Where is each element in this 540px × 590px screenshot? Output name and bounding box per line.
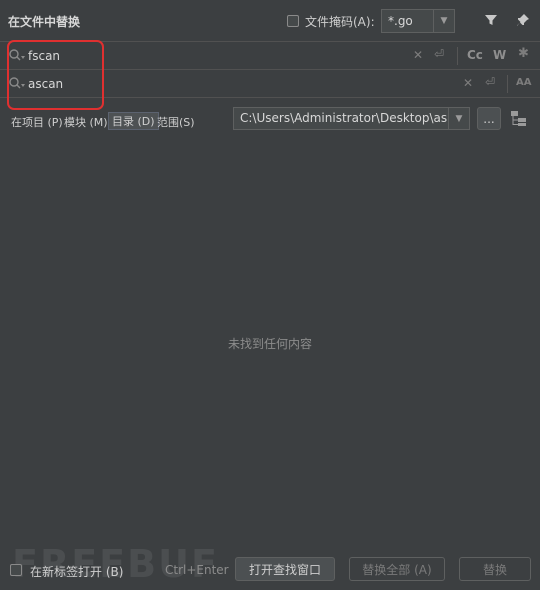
regex-icon[interactable]: ✱ (518, 46, 529, 61)
clear-replace-icon[interactable]: ✕ (463, 76, 473, 90)
file-mask-select[interactable]: *.go ▼ (381, 9, 455, 33)
match-case-button[interactable]: Cc (467, 48, 483, 62)
dialog-title: 在文件中替换 (8, 15, 81, 29)
scope-scope-tab[interactable]: 范围(S) (157, 114, 195, 130)
replace-button[interactable]: 替换 (459, 557, 531, 581)
chevron-down-icon[interactable]: ▼ (433, 10, 454, 32)
chevron-down-icon[interactable]: ▼ (448, 108, 469, 129)
preserve-case-button[interactable]: AA (516, 77, 531, 88)
file-mask-label: 文件掩码(A): (305, 15, 375, 29)
directory-value: C:\Users\Administrator\Desktop\as (240, 111, 448, 125)
clear-search-icon[interactable]: ✕ (413, 48, 423, 62)
whole-word-button[interactable]: W (493, 48, 506, 62)
pin-icon[interactable] (515, 12, 531, 28)
scope-module-tab[interactable]: 模块 (M) (64, 114, 108, 130)
open-in-new-tab-label: 在新标签打开 (B) (30, 565, 124, 579)
open-find-window-button[interactable]: 打开查找窗口 (235, 557, 335, 581)
new-line-icon[interactable]: ⏎ (434, 47, 444, 61)
scope-project-tab[interactable]: 在项目 (P) (11, 114, 63, 130)
scope-directory-tab[interactable]: 目录 (D) (108, 112, 159, 130)
highlight-annotation (7, 40, 104, 110)
separator (457, 47, 458, 65)
open-in-new-tab-checkbox[interactable] (10, 564, 22, 576)
directory-select[interactable]: C:\Users\Administrator\Desktop\as ▼ (233, 107, 470, 130)
separator (507, 75, 508, 93)
new-line-icon[interactable]: ⏎ (485, 75, 495, 89)
filter-icon[interactable] (483, 12, 499, 28)
file-mask-checkbox[interactable] (287, 15, 299, 27)
browse-button[interactable]: ... (477, 107, 501, 130)
file-mask-value: *.go (388, 14, 413, 28)
shortcut-hint: Ctrl+Enter (165, 563, 229, 577)
empty-results-text: 未找到任何内容 (227, 337, 312, 351)
replace-all-button[interactable]: 替换全部 (A) (349, 557, 445, 581)
recursive-directories-icon[interactable] (509, 109, 529, 127)
